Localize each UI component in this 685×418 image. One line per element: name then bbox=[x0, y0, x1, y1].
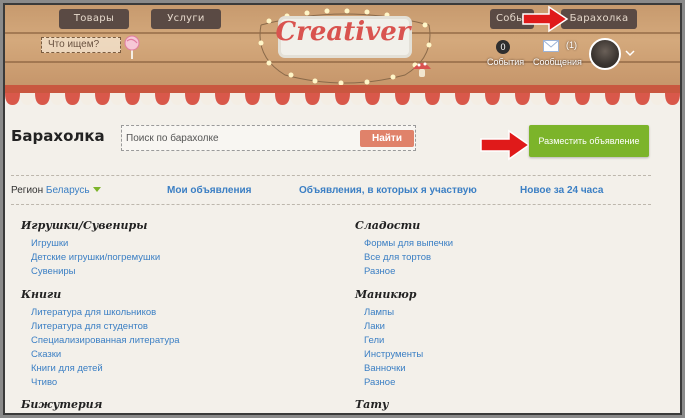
search-button[interactable]: Найти bbox=[360, 130, 414, 147]
category-item[interactable]: Книги для детей bbox=[31, 362, 180, 376]
category-item[interactable]: Ванночки bbox=[364, 362, 423, 376]
category-item[interactable]: Литература для студентов bbox=[31, 320, 180, 334]
my-ads-link[interactable]: Мои объявления bbox=[167, 185, 251, 196]
category-title[interactable]: Книги bbox=[21, 288, 61, 301]
app-window: Товары Услуги События Барахолка Что ищем… bbox=[3, 3, 682, 415]
category-item[interactable]: Разное bbox=[364, 265, 453, 279]
category-title[interactable]: Сладости bbox=[355, 219, 420, 232]
participating-ads-link[interactable]: Объявления, в которых я участвую bbox=[299, 185, 477, 196]
category-title[interactable]: Тату bbox=[355, 398, 389, 411]
divider bbox=[11, 204, 651, 205]
nav-tab-flea-market[interactable]: Барахолка bbox=[561, 9, 637, 29]
category-list: Формы для выпечки Все для тортов Разное bbox=[364, 237, 453, 279]
flea-market-search: Найти bbox=[121, 125, 416, 151]
envelope-icon[interactable] bbox=[543, 40, 559, 52]
header-search-input[interactable]: Что ищем? bbox=[41, 37, 121, 53]
site-header: Товары Услуги События Барахолка Что ищем… bbox=[5, 5, 680, 93]
red-arrow-icon bbox=[522, 5, 569, 33]
site-logo[interactable]: Creativer bbox=[263, 9, 431, 79]
messages-count: (1) bbox=[566, 40, 577, 50]
divider bbox=[11, 175, 651, 176]
post-ad-button[interactable]: Разместить объявление bbox=[529, 125, 649, 157]
category-item[interactable]: Игрушки bbox=[31, 237, 160, 251]
category-item[interactable]: Лампы bbox=[364, 306, 423, 320]
awning-decoration bbox=[5, 85, 680, 105]
mushroom-icon bbox=[413, 62, 431, 77]
category-item[interactable]: Литература для школьников bbox=[31, 306, 180, 320]
red-arrow-icon bbox=[480, 129, 531, 161]
category-item[interactable]: Инструменты bbox=[364, 348, 423, 362]
category-list: Литература для школьников Литература для… bbox=[31, 306, 180, 390]
messages-link[interactable]: Сообщения bbox=[533, 57, 582, 67]
region-value[interactable]: Беларусь bbox=[46, 185, 90, 196]
category-item[interactable]: Лаки bbox=[364, 320, 423, 334]
category-item[interactable]: Все для тортов bbox=[364, 251, 453, 265]
nav-tab-goods[interactable]: Товары bbox=[59, 9, 129, 29]
category-item[interactable]: Разное bbox=[364, 376, 423, 390]
region-selector[interactable]: Регион Беларусь bbox=[11, 185, 101, 196]
events-link[interactable]: События bbox=[487, 57, 524, 67]
category-title[interactable]: Игрушки/Сувениры bbox=[21, 219, 147, 232]
category-list: Игрушки Детские игрушки/погремушки Сувен… bbox=[31, 237, 160, 279]
triangle-down-icon[interactable] bbox=[92, 187, 101, 192]
category-list: Лампы Лаки Гели Инструменты Ванночки Раз… bbox=[364, 306, 423, 390]
category-title[interactable]: Бижутерия bbox=[21, 398, 102, 411]
new-24h-link[interactable]: Новое за 24 часа bbox=[520, 185, 604, 196]
region-label: Регион bbox=[11, 185, 44, 196]
category-item[interactable]: Гели bbox=[364, 334, 423, 348]
nav-tab-services[interactable]: Услуги bbox=[151, 9, 221, 29]
chevron-down-icon[interactable] bbox=[625, 49, 635, 57]
lollipop-icon bbox=[124, 35, 140, 59]
category-title[interactable]: Маникюр bbox=[355, 288, 416, 301]
category-item[interactable]: Специализированная литература bbox=[31, 334, 180, 348]
events-count-badge: 0 bbox=[496, 40, 510, 54]
category-item[interactable]: Детские игрушки/погремушки bbox=[31, 251, 160, 265]
user-avatar[interactable] bbox=[589, 38, 621, 70]
flea-market-search-input[interactable] bbox=[126, 130, 356, 146]
category-item[interactable]: Формы для выпечки bbox=[364, 237, 453, 251]
category-item[interactable]: Чтиво bbox=[31, 376, 180, 390]
page-title: Барахолка bbox=[11, 127, 105, 145]
category-item[interactable]: Сувениры bbox=[31, 265, 160, 279]
logo-text: Creativer bbox=[275, 17, 411, 47]
category-item[interactable]: Сказки bbox=[31, 348, 180, 362]
